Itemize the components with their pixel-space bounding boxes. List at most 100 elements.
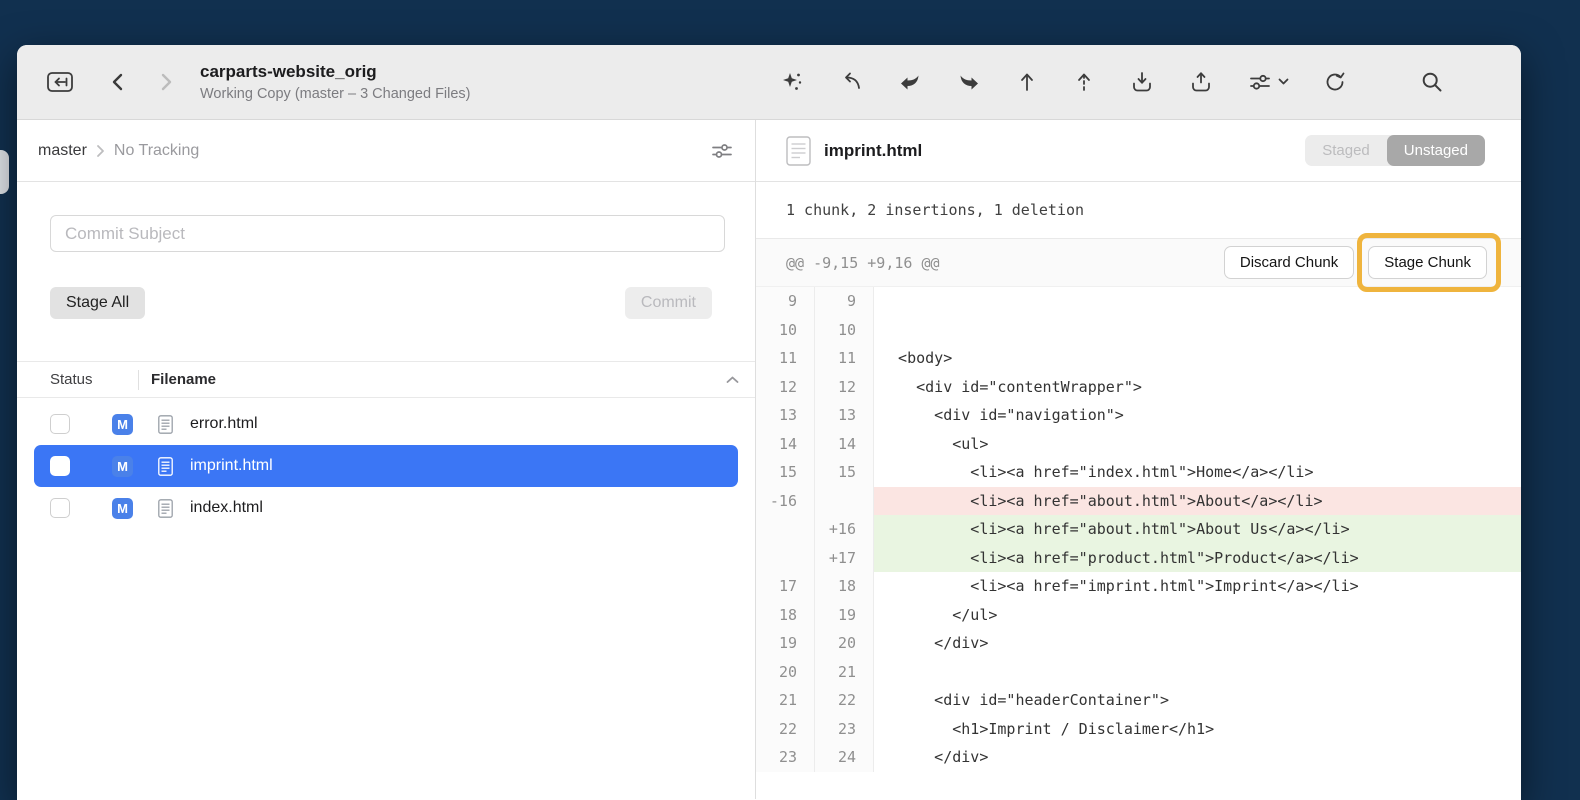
arrow-up-dashed-icon[interactable]	[1072, 69, 1096, 95]
code-text	[874, 658, 1521, 687]
code-text: <li><a href="about.html">About Us</a></l…	[874, 515, 1521, 544]
status-column-header[interactable]: Status	[50, 371, 138, 388]
search-icon[interactable]	[1419, 69, 1445, 95]
new-line-number: 9	[815, 287, 874, 316]
push-arrow-icon[interactable]	[956, 69, 982, 95]
code-text: <div id="contentWrapper">	[874, 373, 1521, 402]
file-row[interactable]: M index.html	[34, 487, 738, 529]
filter-sliders-icon	[1247, 69, 1273, 95]
commit-subject-input[interactable]	[50, 215, 725, 252]
diff-line[interactable]: +17 <li><a href="product.html">Product</…	[756, 544, 1521, 573]
breadcrumb: master No Tracking	[17, 120, 755, 182]
sparkles-icon[interactable]	[779, 69, 805, 95]
old-line-number: 20	[756, 658, 815, 687]
view-options-button[interactable]	[1247, 69, 1289, 95]
code-text: </div>	[874, 629, 1521, 658]
diff-line[interactable]: 12 12 <div id="contentWrapper">	[756, 373, 1521, 402]
diff-line[interactable]: 19 20 </div>	[756, 629, 1521, 658]
arrow-up-icon[interactable]	[1015, 69, 1039, 95]
code-text: <div id="headerContainer">	[874, 686, 1521, 715]
code-text: </div>	[874, 743, 1521, 772]
code-text	[874, 316, 1521, 345]
code-text: <li><a href="imprint.html">Imprint</a></…	[874, 572, 1521, 601]
old-line-number: 17	[756, 572, 815, 601]
refresh-icon[interactable]	[1322, 69, 1348, 95]
stage-all-button[interactable]: Stage All	[50, 287, 145, 319]
diff-line[interactable]: 15 15 <li><a href="index.html">Home</a><…	[756, 458, 1521, 487]
stage-chunk-button[interactable]: Stage Chunk	[1368, 246, 1487, 279]
new-line-number: 23	[815, 715, 874, 744]
discard-chunk-button[interactable]: Discard Chunk	[1224, 246, 1354, 279]
stage-checkbox[interactable]	[50, 456, 70, 476]
old-line-number: 23	[756, 743, 815, 772]
old-line-number: 19	[756, 629, 815, 658]
back-chevron-icon[interactable]	[108, 71, 128, 93]
old-line-number: 22	[756, 715, 815, 744]
diff-summary: 1 chunk, 2 insertions, 1 deletion	[756, 182, 1521, 239]
staged-tab[interactable]: Staged	[1305, 135, 1387, 166]
diff-line[interactable]: 14 14 <ul>	[756, 430, 1521, 459]
stage-checkbox[interactable]	[50, 498, 70, 518]
old-line-number: 10	[756, 316, 815, 345]
diff-file-header: imprint.html Staged Unstaged	[756, 120, 1521, 182]
breadcrumb-tracking[interactable]: No Tracking	[114, 142, 199, 160]
diff-line[interactable]: 21 22 <div id="headerContainer">	[756, 686, 1521, 715]
code-text: <li><a href="about.html">About</a></li>	[874, 487, 1521, 516]
document-icon	[786, 136, 811, 166]
breadcrumb-branch[interactable]: master	[38, 142, 87, 160]
new-line-number: 19	[815, 601, 874, 630]
diff-line[interactable]: 22 23 <h1>Imprint / Disclaimer</h1>	[756, 715, 1521, 744]
unstaged-tab[interactable]: Unstaged	[1387, 135, 1485, 166]
file-row[interactable]: M error.html	[34, 403, 738, 445]
file-name: error.html	[190, 415, 258, 433]
pull-arrow-icon[interactable]	[897, 69, 923, 95]
file-table-header: Status Filename	[17, 361, 755, 398]
chunk-actions: Discard Chunk Stage Chunk	[1224, 246, 1487, 279]
modified-status-badge: M	[112, 498, 133, 519]
diff-line[interactable]: 18 19 </ul>	[756, 601, 1521, 630]
file-icon	[158, 457, 173, 476]
new-line-number: 21	[815, 658, 874, 687]
diff-line[interactable]: 11 11 <body>	[756, 344, 1521, 373]
diff-line[interactable]: 13 13 <div id="navigation">	[756, 401, 1521, 430]
old-line-number: 21	[756, 686, 815, 715]
stage-checkbox[interactable]	[50, 414, 70, 434]
repo-subtitle: Working Copy (master – 3 Changed Files)	[200, 86, 471, 102]
diff-line[interactable]: 9 9	[756, 287, 1521, 316]
repository-switcher-icon[interactable]	[44, 69, 76, 95]
new-line-number: 20	[815, 629, 874, 658]
filter-sliders-icon[interactable]	[711, 141, 733, 161]
diff-line[interactable]: +16 <li><a href="about.html">About Us</a…	[756, 515, 1521, 544]
breadcrumb-chevron-icon	[96, 144, 105, 158]
file-row[interactable]: M imprint.html	[34, 445, 738, 487]
filename-column-header[interactable]: Filename	[151, 371, 216, 388]
old-line-number: 15	[756, 458, 815, 487]
fetch-arrow-icon[interactable]	[838, 69, 864, 95]
new-line-number: 12	[815, 373, 874, 402]
diff-line[interactable]: 23 24 </div>	[756, 743, 1521, 772]
old-line-number: -16	[756, 487, 815, 516]
stash-tray-up-icon[interactable]	[1188, 69, 1214, 95]
stash-tray-down-icon[interactable]	[1129, 69, 1155, 95]
diff-line[interactable]: 10 10	[756, 316, 1521, 345]
file-list: M error.html	[17, 403, 755, 529]
forward-chevron-icon[interactable]	[156, 71, 176, 93]
diff-line[interactable]: 17 18 <li><a href="imprint.html">Imprint…	[756, 572, 1521, 601]
old-line-number: 9	[756, 287, 815, 316]
code-text: <li><a href="product.html">Product</a></…	[874, 544, 1521, 573]
nav-history	[108, 71, 176, 93]
diff-line[interactable]: 20 21	[756, 658, 1521, 687]
commit-button[interactable]: Commit	[625, 287, 712, 319]
toolbar-actions	[779, 69, 1445, 95]
old-line-number: 12	[756, 373, 815, 402]
new-line-number: 22	[815, 686, 874, 715]
app-window: carparts-website_orig Working Copy (mast…	[17, 45, 1521, 800]
diff-line[interactable]: -16 <li><a href="about.html">About</a></…	[756, 487, 1521, 516]
new-line-number	[815, 487, 874, 516]
collapse-chevron-icon[interactable]	[726, 376, 755, 384]
code-text: <h1>Imprint / Disclaimer</h1>	[874, 715, 1521, 744]
new-line-number: +16	[815, 515, 874, 544]
new-line-number: 10	[815, 316, 874, 345]
new-line-number: 24	[815, 743, 874, 772]
old-line-number: 13	[756, 401, 815, 430]
